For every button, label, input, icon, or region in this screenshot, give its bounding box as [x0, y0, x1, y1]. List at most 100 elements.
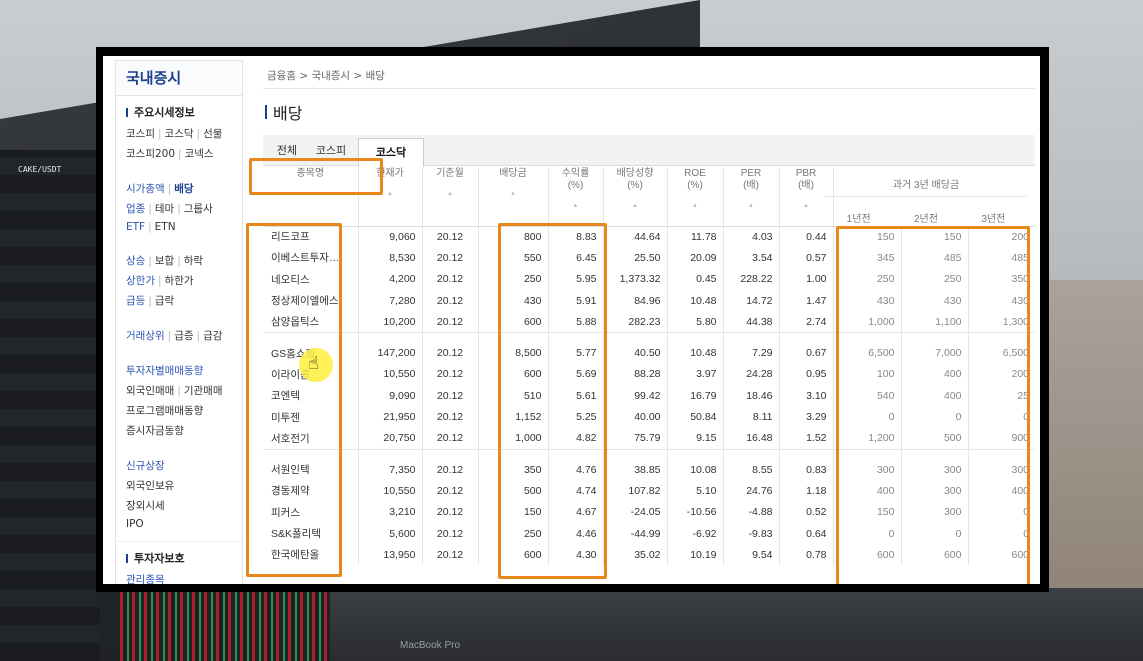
sidebar-link[interactable]: 상승	[126, 255, 145, 267]
sidebar-link[interactable]: 그룹사	[184, 203, 213, 215]
table-row[interactable]: 정상제이엘에스 7,280 20.12 430 5.91 84.96 10.48 14.72 1…	[263, 289, 1036, 312]
table-row[interactable]: 리드코프 9,060 20.12 800 8.83 44.64 11.78 4.03 0.44 1…	[263, 226, 1036, 248]
table-cell: 20.12	[421, 544, 478, 566]
table-cell: 400	[967, 480, 1036, 502]
table-cell: 3.29	[778, 406, 833, 428]
sidebar-link[interactable]: 보합	[155, 255, 174, 267]
table-cell: 10,550	[357, 363, 422, 386]
stock-name-link[interactable]: 서원인텍	[263, 448, 358, 481]
sort-arrow-icon[interactable]: ▲	[549, 200, 603, 212]
tab-kosdaq[interactable]: 코스닥	[358, 138, 424, 167]
sidebar-link[interactable]: 코스피	[126, 128, 155, 140]
table-row[interactable]: 이라이콤 10,550 20.12 600 5.69 88.28 3.97 24.28 0.95…	[263, 363, 1036, 386]
sidebar-link[interactable]: 선물	[203, 128, 222, 140]
column-header[interactable]: PBR (배) ▲	[778, 168, 833, 226]
sidebar-link[interactable]: 업종	[126, 203, 145, 215]
stock-name-link[interactable]: 미투젠	[263, 406, 358, 427]
sidebar-link[interactable]: 급등	[126, 295, 145, 307]
sort-arrow-icon[interactable]: ▲	[668, 200, 723, 212]
sort-arrow-icon[interactable]: ▲	[359, 188, 422, 200]
table-row[interactable]: 네오티스 4,200 20.12 250 5.95 1,373.32 0.45 228.22 1…	[263, 268, 1036, 290]
column-header-label: 현재가	[376, 168, 404, 179]
sidebar-link[interactable]: 코넥스	[185, 148, 214, 160]
table-row[interactable]: 서호전기 20,750 20.12 1,000 4.82 75.79 9.15 16.48 1.…	[263, 427, 1036, 450]
table-cell: 0	[967, 406, 1036, 428]
sidebar-link[interactable]: 거래상위	[126, 330, 165, 342]
sidebar-link[interactable]: 외국인매매	[126, 385, 174, 397]
column-header[interactable]: PER (배) ▲	[722, 168, 779, 226]
sidebar-link[interactable]: ETN	[155, 221, 176, 233]
sidebar-link[interactable]: 하한가	[165, 275, 194, 287]
column-header[interactable]: 종목명	[263, 168, 358, 226]
table-cell: 99.42	[602, 385, 667, 407]
table-cell: 50.84	[666, 406, 723, 428]
sidebar-link[interactable]: 프로그램매매동향	[126, 405, 203, 417]
sidebar-link[interactable]: 장외시세	[126, 500, 165, 512]
table-row[interactable]: 미투젠 21,950 20.12 1,152 5.25 40.00 50.84 8.11 3.2…	[263, 406, 1036, 428]
column-header[interactable]: 배당금 ▲	[477, 168, 548, 226]
stock-name-link[interactable]: 이베스트투자…	[263, 247, 358, 268]
column-header[interactable]: ROE (%) ▲	[666, 168, 723, 226]
sort-arrow-icon[interactable]: ▲	[479, 188, 548, 200]
stock-name-link[interactable]: 피커스	[263, 502, 358, 523]
table-cell: 1.52	[778, 427, 833, 450]
web-page: 국내증시 주요시세정보 코스피 | 코스닥 | 선물 코스피200 | 코넥스 시가총액 | 배당 업종…	[103, 56, 1040, 584]
table-cell: 345	[832, 247, 901, 269]
sidebar-link[interactable]: 배당	[174, 183, 193, 195]
table-row[interactable]: 삼양옵틱스 10,200 20.12 600 5.88 282.23 5.80 44.38 2.…	[263, 311, 1036, 333]
sidebar-link[interactable]: 테마	[155, 203, 174, 215]
table-row[interactable]: 코엔텍 9,090 20.12 510 5.61 99.42 16.79 18.46 3.10 5…	[263, 385, 1036, 407]
table-row[interactable]: 이베스트투자… 8,530 20.12 550 6.45 25.50 20.09 3.54 0.…	[263, 247, 1036, 269]
table-cell: 3,210	[357, 501, 422, 523]
table-row[interactable]: 서원인텍 7,350 20.12 350 4.76 38.85 10.08 8.55 0.83 3…	[263, 448, 1036, 481]
sidebar-link[interactable]: 코스닥	[165, 128, 194, 140]
sidebar-link[interactable]: 급감	[203, 330, 222, 342]
stock-name-link[interactable]: 서호전기	[263, 428, 358, 450]
stock-name-link[interactable]: 정상제이엘에스	[263, 290, 358, 311]
tab-all[interactable]: 전체	[267, 135, 307, 165]
sort-arrow-icon[interactable]: ▲	[604, 200, 667, 212]
sidebar-link[interactable]: 관리종목	[126, 574, 165, 584]
table-row[interactable]: GS홈쇼핑 147,200 20.12 8,500 5.77 40.50 10.48 7.29…	[263, 332, 1036, 364]
sidebar-link[interactable]: 급락	[155, 295, 174, 307]
column-header[interactable]: 배당성향 (%) ▲	[602, 168, 667, 226]
sidebar-link[interactable]: 외국인보유	[126, 480, 174, 492]
tab-kospi[interactable]: 코스피	[309, 135, 353, 165]
stock-name-link[interactable]: 네오티스	[263, 269, 358, 290]
sort-arrow-icon[interactable]: ▲	[724, 200, 779, 212]
stock-name-link[interactable]: 코엔텍	[263, 385, 358, 406]
sidebar-link[interactable]: 급증	[174, 330, 193, 342]
stock-name-link[interactable]: S&K폴리텍	[263, 523, 358, 544]
stock-name-link[interactable]: 경동제약	[263, 480, 358, 501]
laptop-label: MacBook Pro	[400, 640, 461, 651]
sidebar-link[interactable]: 하락	[184, 255, 203, 267]
table-row[interactable]: 피커스 3,210 20.12 150 4.67 -24.05 -10.56 -4.88 0.5…	[263, 501, 1036, 523]
column-header[interactable]: 수익률 (%) ▲	[547, 168, 603, 226]
sidebar-link[interactable]: 신규상장	[126, 460, 165, 472]
sort-arrow-icon[interactable]: ▲	[780, 200, 833, 212]
table-cell: 5.77	[547, 332, 603, 364]
table-row[interactable]: 한국에탄올 13,950 20.12 600 4.30 35.02 10.19 9.54 0.7…	[263, 544, 1036, 566]
sidebar-link[interactable]: IPO	[126, 518, 144, 530]
stock-name-link[interactable]: 삼양옵틱스	[263, 311, 358, 333]
table-cell: 1,000	[477, 427, 548, 450]
sidebar-link[interactable]: 증시자금동향	[126, 425, 184, 437]
table-row[interactable]: 경동제약 10,550 20.12 500 4.74 107.82 5.10 24.76 1.1…	[263, 480, 1036, 502]
sidebar-link[interactable]: ETF	[126, 221, 145, 233]
column-header-label: 수익률 (%)	[561, 168, 590, 191]
stock-name-link[interactable]: 리드코프	[263, 226, 358, 247]
sidebar-link[interactable]: 투자자별매매동향	[126, 365, 203, 377]
sidebar-link[interactable]: 시가총액	[126, 183, 165, 195]
table-cell: 20.12	[421, 268, 478, 290]
table-cell: 4.82	[547, 427, 603, 450]
sidebar-link[interactable]: 코스피200	[126, 148, 175, 160]
table-cell: 150	[900, 226, 968, 248]
column-header[interactable]: 현재가 ▲	[357, 168, 422, 226]
sort-arrow-icon[interactable]: ▲	[423, 188, 478, 200]
column-header[interactable]: 기준월 ▲	[421, 168, 478, 226]
sidebar-link[interactable]: 상한가	[126, 275, 155, 287]
sidebar-title[interactable]: 국내증시	[116, 61, 242, 96]
stock-name-link[interactable]: 한국에탄올	[263, 544, 358, 565]
sidebar-link[interactable]: 기관매매	[184, 385, 223, 397]
table-row[interactable]: S&K폴리텍 5,600 20.12 250 4.46 -44.99 -6.92 -9.83 0…	[263, 522, 1036, 545]
